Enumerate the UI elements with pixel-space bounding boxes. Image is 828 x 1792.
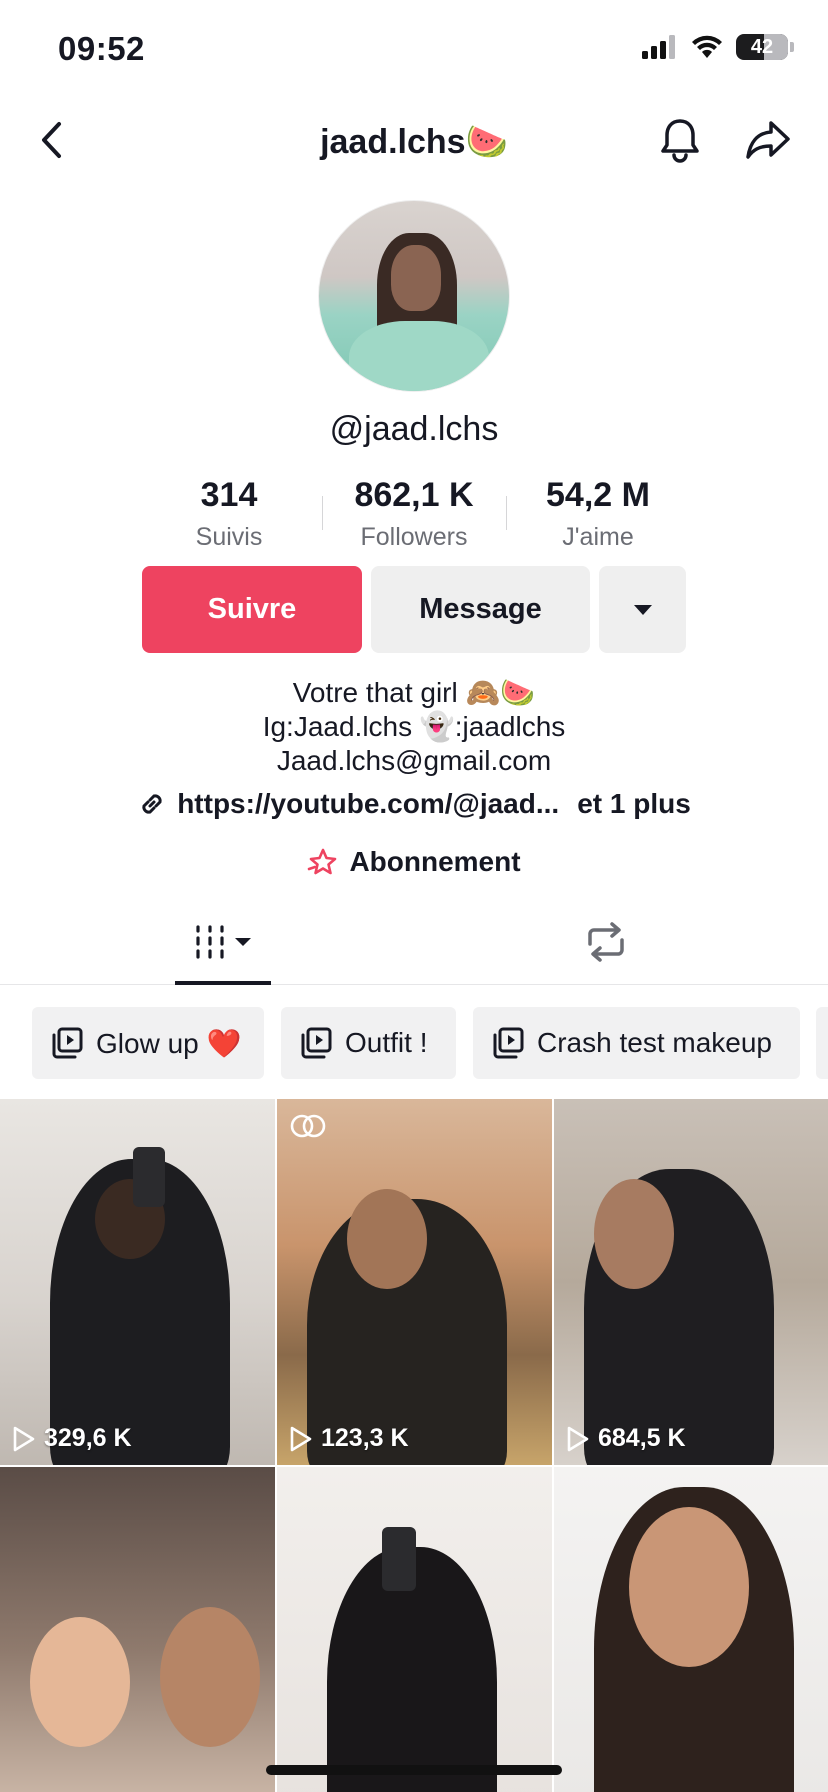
stat-label: J'aime — [562, 523, 634, 551]
bell-icon — [661, 119, 699, 163]
share-button[interactable] — [742, 114, 794, 166]
video-thumbnail[interactable] — [0, 1467, 275, 1792]
video-views: 329,6 K — [12, 1424, 132, 1453]
view-count: 329,6 K — [44, 1424, 132, 1452]
playlist-icon — [493, 1027, 524, 1059]
video-thumbnail[interactable]: 123,3 K — [277, 1099, 552, 1465]
playlist-icon — [301, 1027, 332, 1059]
playlist-label: Outfit ! — [345, 1027, 428, 1058]
bio-line: Ig:Jaad.lchs 👻:jaadlchs — [262, 711, 566, 742]
status-time: 09:52 — [58, 30, 145, 67]
message-button[interactable]: Message — [371, 566, 590, 653]
tab-videos[interactable] — [175, 920, 271, 964]
wifi-icon — [692, 35, 722, 58]
bio-link[interactable]: https://youtube.com/@jaad... et 1 plus — [0, 788, 828, 820]
playlist-row: Glow up ❤️ Outfit ! Crash test makeup — [0, 1007, 828, 1079]
repost-icon — [588, 922, 624, 962]
battery-level: 42 — [750, 35, 774, 58]
grid-icon — [196, 925, 224, 959]
playlist-chip[interactable]: Glow up ❤️ — [32, 1007, 264, 1079]
stat-value: 54,2 M — [546, 476, 650, 514]
view-count: 684,5 K — [598, 1424, 686, 1452]
video-views: 684,5 K — [566, 1424, 686, 1453]
view-count: 123,3 K — [321, 1424, 409, 1452]
stat-label: Suivis — [195, 523, 263, 551]
tab-reposts[interactable] — [580, 920, 632, 964]
profile-avatar[interactable] — [318, 200, 510, 392]
playlist-chip[interactable]: Outfit ! — [281, 1007, 456, 1079]
top-nav: jaad.lchs🍉 — [0, 100, 828, 180]
stat-followers[interactable]: 862,1 K Followers — [314, 476, 514, 552]
video-thumbnail[interactable]: 329,6 K — [0, 1099, 275, 1465]
status-icons: 42 — [642, 34, 794, 60]
suggested-accounts-button[interactable] — [599, 566, 686, 653]
play-icon — [290, 1426, 312, 1451]
video-thumbnail[interactable] — [277, 1467, 552, 1792]
share-arrow-icon — [746, 121, 790, 159]
status-bar: 09:52 42 — [0, 0, 828, 100]
link-more[interactable]: et 1 plus — [577, 788, 691, 820]
stat-following[interactable]: 314 Suivis — [129, 476, 329, 552]
play-icon — [567, 1426, 589, 1451]
cellular-signal-icon — [642, 35, 675, 59]
bio-line[interactable]: Jaad.lchs@gmail.com — [0, 744, 828, 778]
active-tab-indicator — [175, 981, 271, 985]
subscription-button[interactable]: Abonnement — [0, 846, 828, 878]
video-thumbnail[interactable] — [554, 1467, 828, 1792]
link-icon — [142, 794, 162, 814]
stat-likes[interactable]: 54,2 M J'aime — [498, 476, 698, 552]
caret-down-icon — [235, 938, 251, 946]
playlist-icon — [52, 1027, 83, 1059]
subscription-star-icon — [308, 848, 337, 875]
notification-bell-button[interactable] — [654, 114, 706, 166]
subscription-label: Abonnement — [349, 846, 521, 877]
stat-label: Followers — [360, 523, 468, 551]
playlist-label: Glow up ❤️ — [96, 1027, 242, 1059]
multi-photo-icon — [290, 1114, 326, 1138]
video-thumbnail[interactable]: 684,5 K — [554, 1099, 828, 1465]
playlist-chip[interactable]: Crash test makeup — [473, 1007, 800, 1079]
follow-button[interactable]: Suivre — [142, 566, 362, 653]
home-indicator[interactable] — [266, 1765, 562, 1775]
playlist-chip[interactable] — [816, 1007, 828, 1079]
caret-down-icon — [633, 604, 652, 615]
play-icon — [13, 1426, 35, 1451]
profile-handle: @jaad.lchs — [329, 410, 499, 448]
battery-icon: 42 — [736, 34, 788, 60]
video-views: 123,3 K — [289, 1424, 409, 1453]
content-tabs — [0, 900, 828, 985]
bio-line: Votre that girl 🙈🍉 — [292, 677, 536, 708]
playlist-label: Crash test makeup — [537, 1027, 772, 1058]
stat-value: 314 — [200, 476, 258, 514]
stat-value: 862,1 K — [354, 476, 474, 514]
link-url[interactable]: https://youtube.com/@jaad... — [177, 788, 559, 820]
profile-bio: Votre that girl 🙈🍉 Ig:Jaad.lchs 👻:jaadlc… — [0, 676, 828, 778]
